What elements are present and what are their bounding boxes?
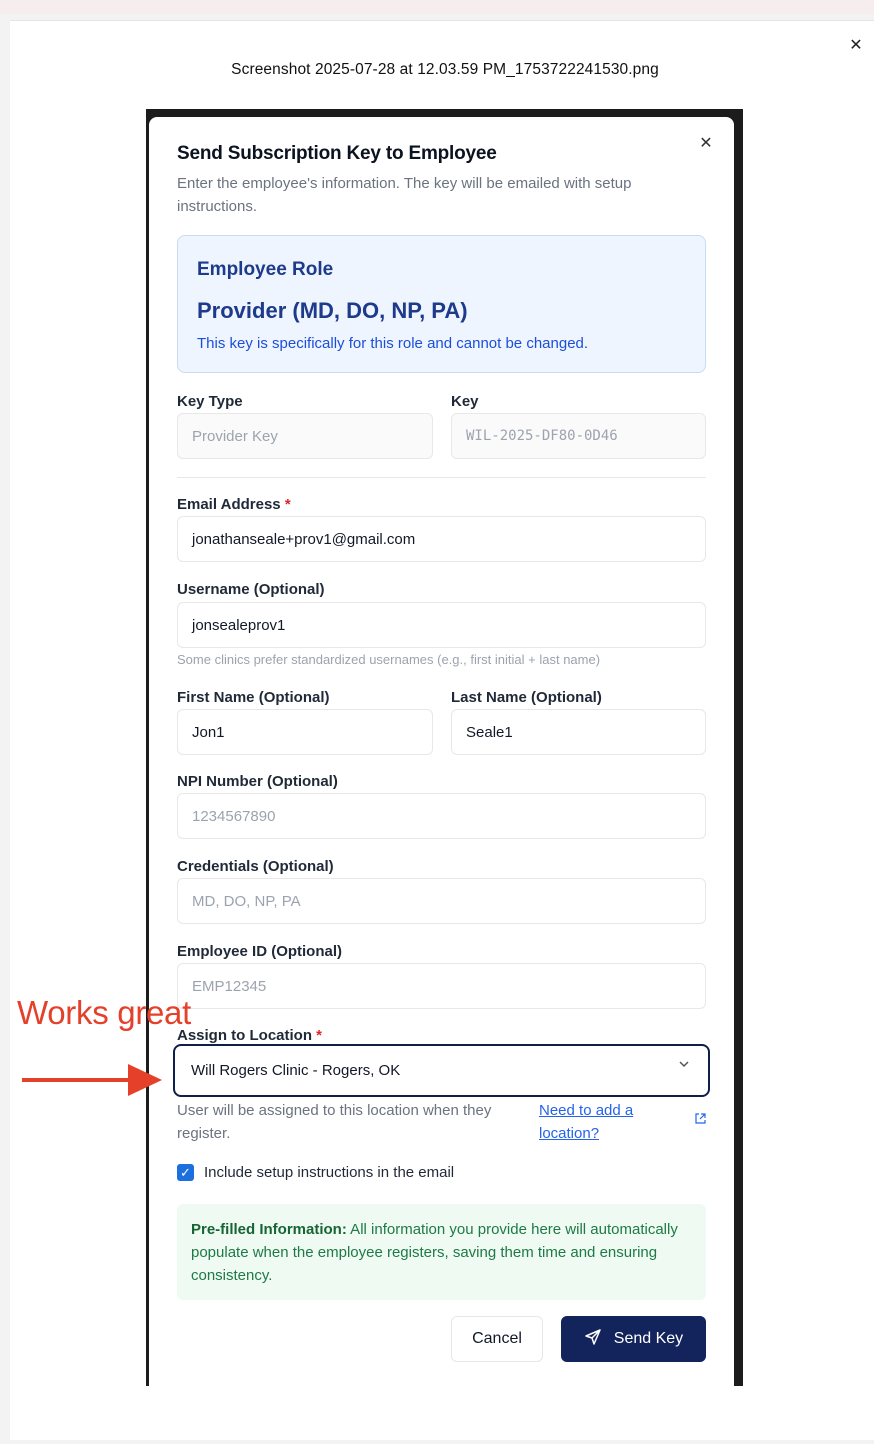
role-label: Employee Role (197, 259, 334, 280)
key-type-value: Provider Key (192, 427, 278, 445)
employee-id-label: Employee ID (Optional) (177, 943, 343, 960)
last-name-value: Seale1 (466, 723, 513, 741)
username-label: Username (Optional) (177, 581, 325, 598)
setup-instructions-checkbox[interactable]: ✓ (177, 1164, 194, 1181)
chevron-down-icon (678, 1058, 690, 1073)
cancel-button[interactable]: Cancel (451, 1316, 543, 1362)
prefilled-info-box: Pre-filled Information: All information … (177, 1204, 706, 1300)
first-name-value: Jon1 (192, 723, 225, 741)
credentials-placeholder: MD, DO, NP, PA (192, 892, 301, 910)
last-name-label: Last Name (Optional) (451, 689, 602, 706)
key-label: Key (451, 393, 479, 410)
first-name-field[interactable]: Jon1 (177, 709, 433, 755)
email-value: jonathanseale+prov1@gmail.com (192, 530, 416, 548)
close-icon[interactable]: ✕ (846, 36, 866, 56)
top-strip (0, 0, 874, 14)
add-location-link[interactable]: Need to add a location? (539, 1099, 689, 1145)
annotation-arrow-icon (22, 1064, 162, 1096)
email-field[interactable]: jonathanseale+prov1@gmail.com (177, 516, 706, 562)
username-hint: Some clinics prefer standardized usernam… (177, 652, 601, 667)
annotation-text: Works great (17, 994, 191, 1031)
credentials-field[interactable]: MD, DO, NP, PA (177, 878, 706, 924)
role-value: Provider (MD, DO, NP, PA) (197, 298, 468, 323)
role-note: This key is specifically for this role a… (197, 335, 589, 352)
location-select[interactable]: Will Rogers Clinic - Rogers, OK (173, 1044, 710, 1097)
key-type-label: Key Type (177, 393, 243, 410)
key-type-field: Provider Key (177, 413, 433, 459)
npi-label: NPI Number (Optional) (177, 773, 338, 790)
location-label: Assign to Location * (177, 1027, 323, 1044)
credentials-label: Credentials (Optional) (177, 858, 334, 875)
npi-placeholder: 1234567890 (192, 807, 276, 825)
dialog-description: Enter the employee's information. The ke… (177, 175, 632, 215)
close-icon[interactable]: ✕ (697, 135, 715, 153)
location-selected: Will Rogers Clinic - Rogers, OK (191, 1062, 401, 1079)
username-field[interactable]: jonsealeprov1 (177, 602, 706, 648)
role-box: Employee Role Provider (MD, DO, NP, PA) … (177, 235, 706, 373)
key-value: WIL-2025-DF80-0D46 (466, 428, 618, 444)
info-title: Pre-filled Information: (191, 1221, 347, 1238)
send-key-dialog: Send Subscription Key to Employee ✕ Ente… (149, 117, 734, 1386)
send-key-button[interactable]: Send Key (561, 1316, 706, 1362)
external-link-icon[interactable] (695, 1113, 706, 1127)
key-field: WIL-2025-DF80-0D46 (451, 413, 706, 459)
file-name: Screenshot 2025-07-28 at 12.03.59 PM_175… (231, 61, 659, 78)
send-icon (584, 1328, 602, 1351)
location-help: User will be assigned to this location w… (177, 1102, 492, 1142)
last-name-field[interactable]: Seale1 (451, 709, 706, 755)
divider (177, 477, 706, 478)
employee-id-placeholder: EMP12345 (192, 977, 267, 995)
send-key-label: Send Key (613, 1330, 684, 1347)
username-value: jonsealeprov1 (192, 616, 286, 634)
first-name-label: First Name (Optional) (177, 689, 330, 706)
setup-instructions-label: Include setup instructions in the email (204, 1164, 455, 1181)
dialog-title: Send Subscription Key to Employee (177, 143, 497, 164)
email-label: Email Address * (177, 496, 291, 513)
npi-field[interactable]: 1234567890 (177, 793, 706, 839)
employee-id-field[interactable]: EMP12345 (177, 963, 706, 1009)
